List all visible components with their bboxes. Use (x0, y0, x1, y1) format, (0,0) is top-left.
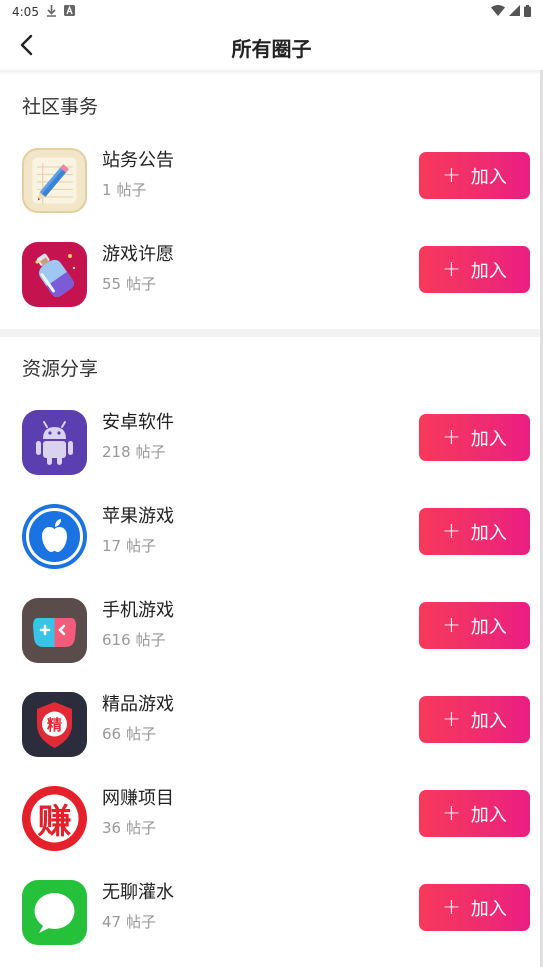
circle-name: 苹果游戏 (102, 506, 174, 527)
app-bar-shadow (0, 70, 543, 74)
circle-name: 站务公告 (102, 150, 174, 171)
page-title: 所有圈子 (231, 36, 312, 61)
earn-money-icon: 赚 (22, 786, 87, 851)
status-time: 4:05 (12, 5, 39, 19)
join-button[interactable]: + 加入 (419, 246, 530, 293)
join-label: 加入 (470, 260, 507, 282)
post-count: 17 帖子 (102, 537, 157, 555)
circle-name: 网赚项目 (102, 788, 174, 809)
premium-shield-icon: 精 (22, 692, 87, 757)
notepad-pencil-icon (22, 148, 87, 213)
premium-icon-text: 精 (46, 716, 62, 734)
earn-icon-text: 赚 (37, 802, 72, 842)
section-title-community: 社区事务 (22, 96, 99, 118)
signal-icon (509, 5, 520, 19)
status-bar: 4:05 (0, 0, 543, 24)
plus-icon: + (442, 612, 461, 638)
plus-icon: + (442, 424, 461, 450)
post-count: 1 帖子 (102, 181, 147, 199)
circle-name: 手机游戏 (102, 600, 174, 621)
list-item[interactable]: 精 精品游戏 66 帖子 + 加入 (0, 677, 543, 771)
list-item[interactable]: 无聊灌水 47 帖子 + 加入 (0, 865, 543, 959)
post-count: 66 帖子 (102, 725, 157, 743)
list-item[interactable]: 游戏许愿 55 帖子 + 加入 (0, 227, 543, 321)
list-item[interactable]: 站务公告 1 帖子 + 加入 (0, 133, 543, 227)
join-label: 加入 (470, 166, 507, 188)
list-item[interactable]: 赚 网赚项目 36 帖子 + 加入 (0, 771, 543, 865)
join-label: 加入 (470, 616, 507, 638)
apple-icon (22, 504, 87, 569)
section-title-resources: 资源分享 (22, 358, 99, 380)
wifi-icon (491, 5, 505, 19)
join-label: 加入 (470, 898, 507, 920)
post-count: 616 帖子 (102, 631, 166, 649)
back-button[interactable] (14, 34, 40, 60)
post-count: 36 帖子 (102, 819, 157, 837)
download-icon (46, 4, 57, 20)
app-bar: 所有圈子 (0, 24, 543, 70)
chat-bubble-icon (22, 880, 87, 945)
plus-icon: + (442, 894, 461, 920)
join-label: 加入 (470, 522, 507, 544)
join-button[interactable]: + 加入 (419, 508, 530, 555)
plus-icon: + (442, 256, 461, 282)
circle-name: 无聊灌水 (102, 882, 174, 903)
join-button[interactable]: + 加入 (419, 884, 530, 931)
join-label: 加入 (470, 710, 507, 732)
plus-icon: + (442, 518, 461, 544)
list-item[interactable]: 手机游戏 616 帖子 + 加入 (0, 583, 543, 677)
join-label: 加入 (470, 804, 507, 826)
join-button[interactable]: + 加入 (419, 414, 530, 461)
battery-icon (524, 4, 531, 20)
post-count: 47 帖子 (102, 913, 157, 931)
join-button[interactable]: + 加入 (419, 602, 530, 649)
circle-name: 游戏许愿 (102, 244, 174, 265)
gamepad-icon (22, 598, 87, 663)
post-count: 55 帖子 (102, 275, 157, 293)
circle-name: 安卓软件 (102, 412, 174, 433)
chevron-left-icon (20, 34, 34, 60)
android-icon (22, 410, 87, 475)
a-notification-icon (63, 5, 75, 19)
list-item[interactable]: 安卓软件 218 帖子 + 加入 (0, 395, 543, 489)
plus-icon: + (442, 800, 461, 826)
wish-bottle-icon (22, 242, 87, 307)
post-count: 218 帖子 (102, 443, 166, 461)
join-button[interactable]: + 加入 (419, 790, 530, 837)
join-button[interactable]: + 加入 (419, 152, 530, 199)
join-button[interactable]: + 加入 (419, 696, 530, 743)
plus-icon: + (442, 706, 461, 732)
circle-name: 精品游戏 (102, 694, 174, 715)
list-item[interactable]: 苹果游戏 17 帖子 + 加入 (0, 489, 543, 583)
join-label: 加入 (470, 428, 507, 450)
section-divider (0, 329, 543, 337)
plus-icon: + (442, 162, 461, 188)
